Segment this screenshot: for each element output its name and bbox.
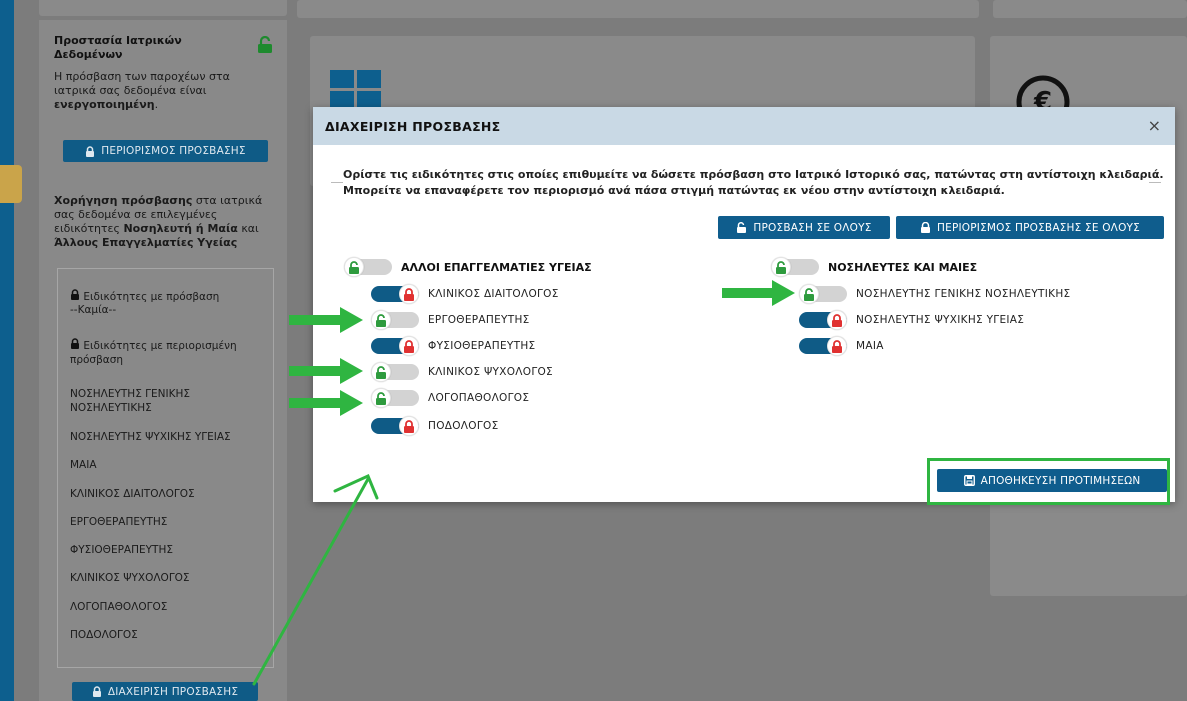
arrowhead-icon	[333, 473, 379, 500]
arrow-diagonal	[252, 477, 370, 686]
arrow-right-icon	[289, 390, 363, 416]
arrow-right-icon	[722, 280, 795, 306]
arrow-right-icon	[289, 358, 363, 384]
arrow-right-icon	[289, 307, 363, 333]
annotation-arrows	[252, 280, 795, 686]
